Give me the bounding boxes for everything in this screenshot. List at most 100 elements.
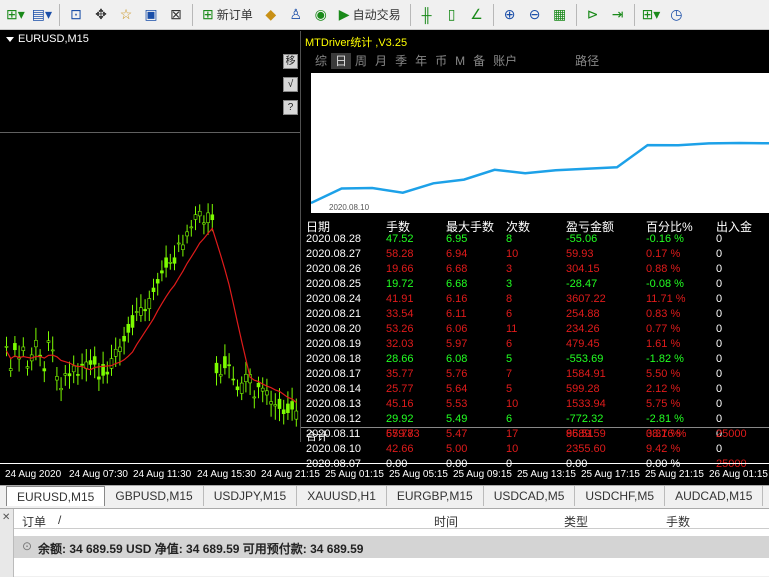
cell-lots: 28.66 [386,353,414,365]
col-lots[interactable]: 手数 [666,513,690,530]
zoom-out-icon[interactable]: ⊖ [524,3,546,27]
cell-date: 2020.08.13 [306,398,362,410]
zoom-in-icon[interactable]: ⊕ [499,3,521,27]
cell-pl: 1533.94 [566,398,606,410]
time-label: 26 Aug 01:15 [709,469,768,480]
stats-row: 2020.08.27 58.28 6.94 10 59.93 0.17 % 0 [301,248,769,263]
strategy-tester-icon[interactable]: ♙ [285,3,307,27]
metaeditor-icon[interactable]: ◆ [260,3,282,27]
candle-body [130,315,135,328]
candle-body [8,368,13,371]
candle-body [235,386,240,391]
candle-body [46,340,51,343]
panel-tab[interactable]: 月 [371,53,391,69]
panel-title: MTDriver统计 ,V3.25 [305,37,408,49]
chart-tab[interactable]: XAUUSD,H1 [297,486,387,506]
panel-tab[interactable]: 综 [311,53,331,69]
crosshair-icon[interactable]: ✥ [90,3,112,27]
cell-pl: 59.93 [566,248,594,260]
panel-tab[interactable]: M [451,53,469,69]
cell-pct: 0.83 % [646,308,681,320]
chart-tab[interactable]: EURUSD,M15 [6,486,106,506]
periods-icon[interactable]: ◷ [665,3,687,27]
panel-tab[interactable]: 日 [331,53,352,69]
zoom-search-icon[interactable]: ⊠ [165,3,187,27]
bar-chart-icon[interactable]: ╫ [416,3,438,27]
col-order[interactable]: 订单 [22,513,46,530]
panel-tab[interactable]: 季 [391,53,411,69]
col-type[interactable]: 类型 [564,513,588,530]
cell-max: 5.97 [446,338,468,350]
tile-windows-icon[interactable]: ▦ [549,3,571,27]
auto-trading-button[interactable]: ▶ 自动交易 [335,3,405,27]
col-time[interactable]: 时间 [434,513,458,530]
signals-icon[interactable]: ◉ [310,3,332,27]
cell-pct: -0.16 % [646,233,684,245]
cell-pct: 2.12 % [646,383,681,395]
candle-body [97,376,101,380]
chart-tab[interactable]: EURGBP,M15 [387,486,484,506]
candle-body [164,257,168,268]
balance-icon: ⊙ [22,539,33,553]
toolbar-separator [492,3,494,26]
navigator-icon[interactable]: ▣ [140,3,162,27]
candle-body [223,356,227,369]
new-order-button[interactable]: ⊞ 新订单 [198,3,257,27]
chart-tab[interactable]: USDCAD,M5 [484,486,576,506]
cell-max: 5.76 [446,368,468,380]
toolbar-separator [192,3,194,26]
candle-body [286,403,290,414]
candlestick-icon[interactable]: ▯ [441,3,463,27]
cell-date: 2020.08.25 [306,278,362,290]
new-chart-icon[interactable]: ⊞▾ [4,3,27,27]
chart-window[interactable]: EURUSD,M15 移 √ ? MTDriver统计 ,V3.25 综日周月季… [0,30,769,485]
candle-body [13,343,17,351]
sort-icon[interactable]: / [58,513,61,527]
favorites-icon[interactable]: ☆ [115,3,137,27]
balance-row[interactable]: ⊙ 余额: 34 689.59 USD 净值: 34 689.59 可用预付款:… [14,536,769,558]
candle-body [21,346,26,351]
cell-pl: 3607.22 [566,293,606,305]
panel-tab[interactable]: 年 [411,53,431,69]
chart-tab[interactable]: USDCHF,M5 [575,486,666,506]
chart-tab[interactable]: GBPUSD,M15 [105,486,204,506]
market-watch-icon[interactable]: ⊡ [65,3,87,27]
candle-body [206,212,210,223]
chart-tab[interactable]: USDJPY,M15 [204,486,298,506]
autoscroll-icon[interactable]: ⊳ [582,3,604,27]
cell-count: 10 [506,248,519,260]
chart-tab[interactable]: AUDCAD,M15 [665,486,764,506]
candle-body [147,298,152,310]
indicators-icon[interactable]: ⊞▾ [640,3,663,27]
cell-lots: 41.91 [386,293,414,305]
cell-flow: 0 [716,293,723,305]
profiles-icon[interactable]: ▤▾ [30,3,54,27]
candle-body [80,363,84,366]
terminal-panel: ✕ 订单 / 时间 类型 手数 ⊙ 余额: 34 689.59 USD 净值: … [0,508,769,577]
toolbar-separator [575,3,577,26]
curve-start-date: 2020.08.10 [329,203,370,212]
cell-lots: 19.66 [386,263,414,275]
candle-body [256,382,261,388]
cell-date: 2020.08.19 [306,338,362,350]
line-chart-icon[interactable]: ∠ [466,3,488,27]
cell-count: 6 [506,308,513,320]
toolbar-separator [59,3,61,26]
panel-tab[interactable]: 币 [431,53,451,69]
close-icon[interactable]: ✕ [2,512,10,523]
cell-max: 6.68 [446,278,468,290]
total-lots: 579.83 [386,428,420,440]
candle-body [71,365,76,373]
panel-tab[interactable]: 备 [469,53,489,69]
panel-tab[interactable]: 账户 [489,53,521,69]
chart-shift-icon[interactable]: ⇥ [607,3,629,27]
candle-body [105,371,110,375]
cell-date: 2020.08.27 [306,248,362,260]
cell-pl: -772.32 [566,413,604,425]
cell-flow: 0 [716,443,723,455]
cell-count: 7 [506,368,513,380]
cell-date: 2020.08.28 [306,233,362,245]
candle-body [134,311,139,313]
panel-tab[interactable]: 路径 [571,53,603,69]
panel-tab[interactable]: 周 [351,53,371,69]
